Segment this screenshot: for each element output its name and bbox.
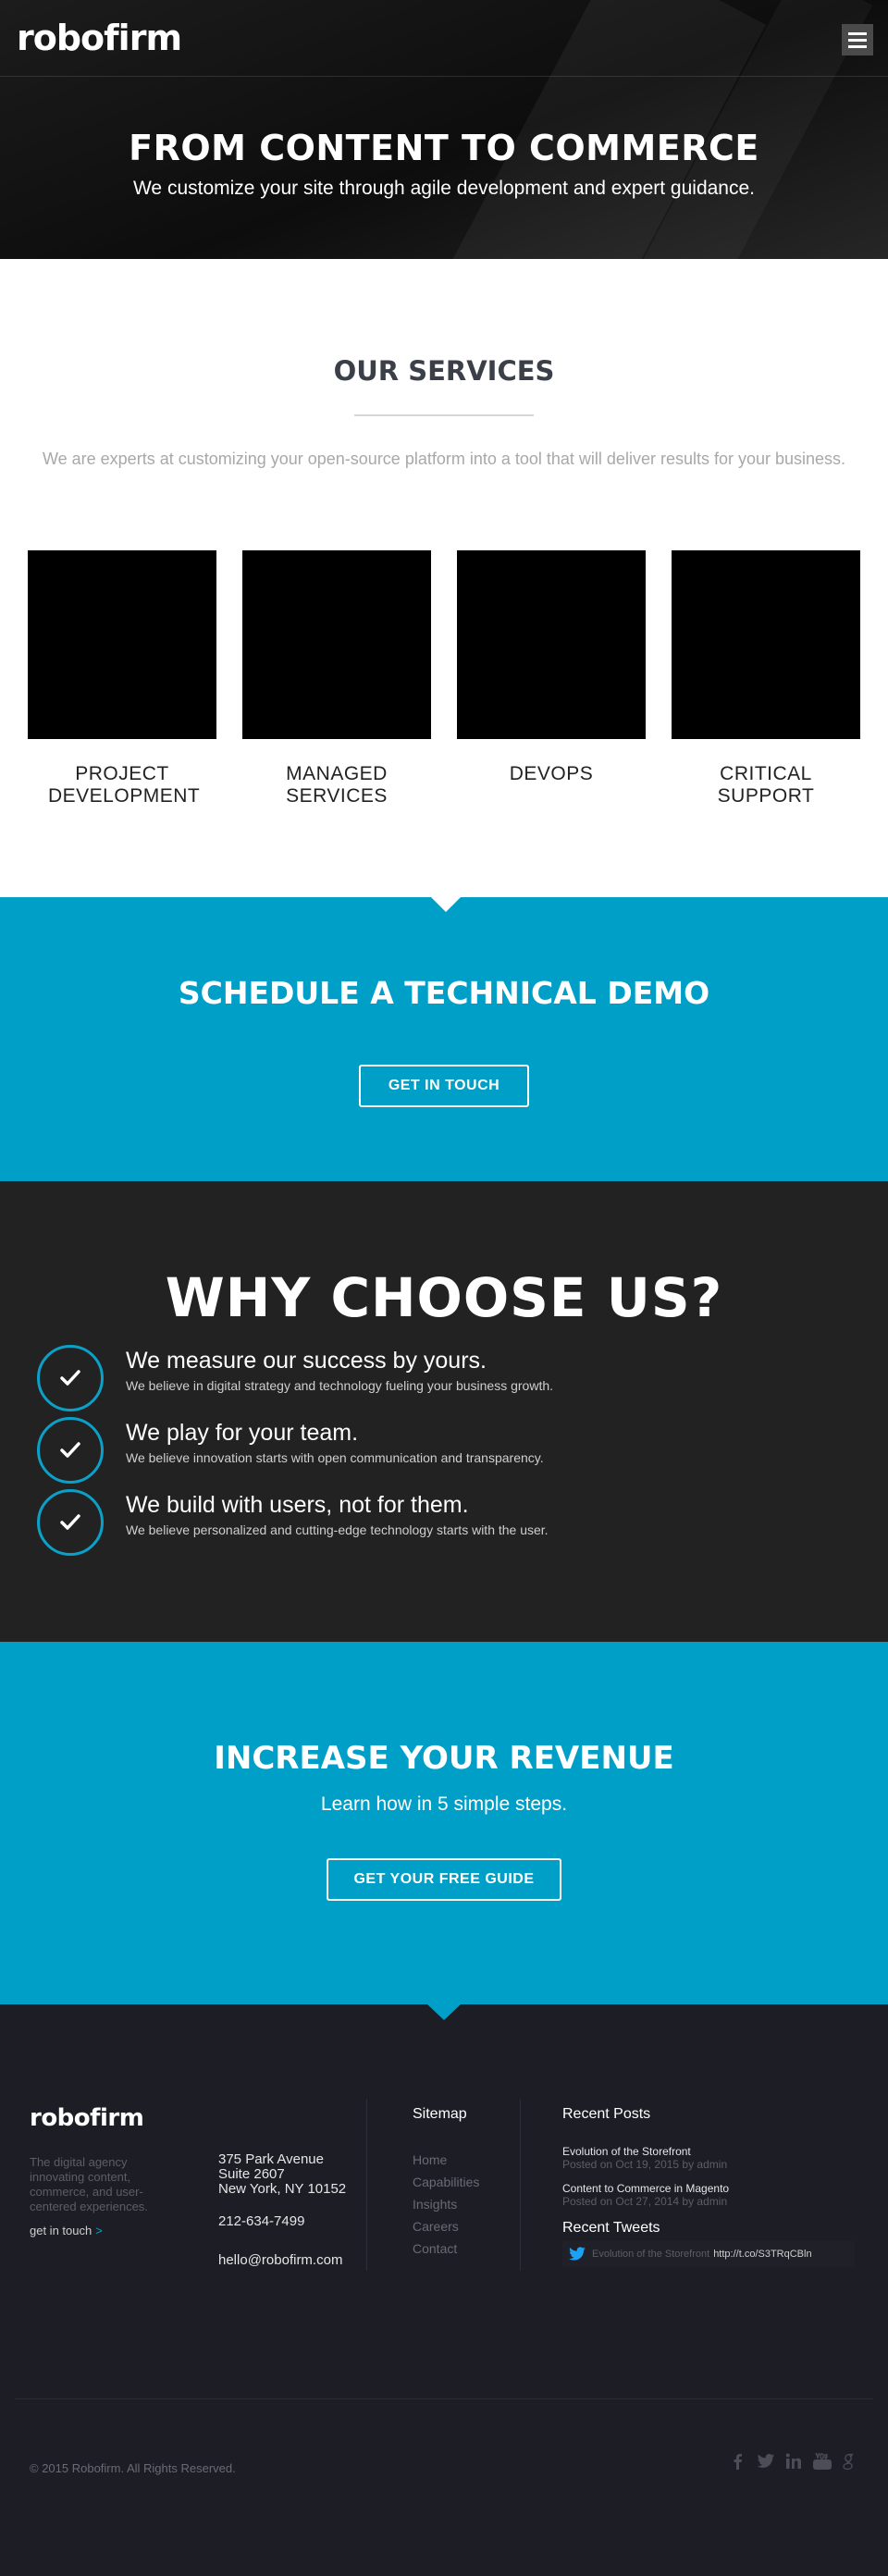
tweet-text: Evolution of the Storefront (592, 2249, 710, 2260)
why-item-heading: We build with users, not for them. (126, 1492, 469, 1518)
copyright-text: © 2015 Robofirm. All Rights Reserved. (30, 2461, 236, 2475)
footer-phone-link[interactable]: 212-634-7499 (218, 2213, 304, 2229)
post-meta: Posted on Oct 27, 2014 by admin (562, 2195, 728, 2208)
service-image[interactable] (28, 550, 216, 739)
header-divider (0, 76, 888, 77)
site-footer: robofirm The digital agency innovating c… (0, 2004, 888, 2576)
menu-bar (848, 31, 867, 35)
section-notch (431, 897, 461, 912)
footer-address: 375 Park Avenue Suite 2607 New York, NY … (218, 2152, 346, 2197)
header-logo[interactable]: robofirm (17, 17, 182, 59)
recent-post: Content to Commerce in Magento Posted on… (562, 2182, 858, 2208)
post-meta: Posted on Oct 19, 2015 by admin (562, 2158, 728, 2171)
social-links (729, 2452, 858, 2471)
service-image[interactable] (672, 550, 860, 739)
why-item: We measure our success by yours. We beli… (37, 1345, 851, 1413)
checkmark-circle-icon (37, 1345, 104, 1411)
hero-banner: robofirm FROM CONTENT TO COMMERCE We cus… (0, 0, 888, 259)
why-title: WHY CHOOSE US? (165, 1266, 723, 1329)
checkmark-circle-icon (37, 1489, 104, 1556)
revenue-band: INCREASE YOUR REVENUE Learn how in 5 sim… (0, 1642, 888, 2004)
get-in-touch-button[interactable]: GET IN TOUCH (359, 1065, 529, 1107)
post-title-link[interactable]: Content to Commerce in Magento (562, 2182, 858, 2195)
revenue-subtitle: Learn how in 5 simple steps. (320, 1793, 568, 1815)
footer-divider (15, 2398, 873, 2399)
service-card-critical-support[interactable]: CRITICAL SUPPORT (672, 550, 860, 807)
why-choose-us-section: WHY CHOOSE US? We measure our success by… (0, 1181, 888, 1642)
free-guide-button[interactable]: GET YOUR FREE GUIDE (327, 1858, 561, 1901)
service-label[interactable]: MANAGED SERVICES (242, 763, 431, 807)
get-in-touch-text: get in touch (30, 2224, 92, 2237)
hamburger-menu-icon[interactable] (842, 24, 873, 55)
section-notch (427, 2004, 461, 2020)
recent-tweets-heading: Recent Tweets (562, 2220, 660, 2236)
sitemap-link-contact[interactable]: Contact (413, 2237, 479, 2260)
demo-band: SCHEDULE A TECHNICAL DEMO GET IN TOUCH (0, 897, 888, 1181)
footer-column-divider (366, 2099, 367, 2271)
tweet-link[interactable]: http://t.co/S3TRqCBln (713, 2249, 811, 2260)
services-section: OUR SERVICES We are experts at customizi… (0, 259, 888, 897)
services-title: OUR SERVICES (333, 355, 555, 387)
tweet-item: Evolution of the Storefront http://t.co/… (562, 2241, 855, 2267)
service-image[interactable] (457, 550, 646, 739)
why-item: We build with users, not for them. We be… (37, 1489, 851, 1558)
service-label[interactable]: PROJECT DEVELOPMENT (48, 763, 200, 807)
why-item-description: We believe innovation starts with open c… (126, 1450, 544, 1465)
chevron-right-icon: > (95, 2224, 103, 2237)
demo-title: SCHEDULE A TECHNICAL DEMO (178, 975, 710, 1011)
youtube-icon[interactable] (812, 2452, 832, 2471)
twitter-bird-icon (568, 2247, 586, 2262)
services-intro: We are experts at customizing your open-… (42, 450, 846, 468)
menu-bar (848, 44, 867, 48)
service-card-devops[interactable]: DEVOPS (457, 550, 646, 785)
services-divider (354, 414, 534, 416)
sitemap-link-insights[interactable]: Insights (413, 2193, 479, 2215)
twitter-icon[interactable] (757, 2452, 775, 2471)
facebook-icon[interactable] (729, 2452, 747, 2471)
footer-email-link[interactable]: hello@robofirm.com (218, 2252, 342, 2268)
footer-logo[interactable]: robofirm (30, 2104, 144, 2132)
footer-tagline: The digital agency innovating content, c… (30, 2155, 148, 2213)
checkmark-circle-icon (37, 1417, 104, 1484)
post-title-link[interactable]: Evolution of the Storefront (562, 2145, 858, 2158)
why-item-heading: We play for your team. (126, 1420, 359, 1446)
menu-bar (848, 38, 867, 42)
service-card-managed-services[interactable]: MANAGED SERVICES (242, 550, 431, 807)
recent-posts-heading: Recent Posts (562, 2106, 651, 2122)
recent-post: Evolution of the Storefront Posted on Oc… (562, 2145, 858, 2171)
sitemap-heading: Sitemap (413, 2106, 467, 2122)
address-line: 375 Park Avenue (218, 2151, 324, 2167)
sitemap-link-capabilities[interactable]: Capabilities (413, 2171, 479, 2193)
footer-get-in-touch-link[interactable]: get in touch > (30, 2224, 103, 2237)
sitemap-link-careers[interactable]: Careers (413, 2215, 479, 2237)
service-label[interactable]: CRITICAL SUPPORT (672, 763, 860, 807)
address-line: New York, NY 10152 (218, 2181, 347, 2197)
service-card-project-development[interactable]: PROJECT DEVELOPMENT (28, 550, 216, 807)
footer-column-divider (520, 2099, 521, 2271)
why-item-heading: We measure our success by yours. (126, 1348, 487, 1374)
why-item-description: We believe personalized and cutting-edge… (126, 1522, 549, 1537)
linkedin-icon[interactable] (784, 2452, 803, 2471)
hero-subtitle: We customize your site through agile dev… (132, 178, 755, 199)
why-item: We play for your team. We believe innova… (37, 1417, 851, 1485)
address-line: Suite 2607 (218, 2166, 285, 2182)
sitemap-link-home[interactable]: Home (413, 2149, 479, 2171)
service-image[interactable] (242, 550, 431, 739)
google-plus-icon[interactable] (840, 2452, 858, 2471)
why-item-description: We believe in digital strategy and techn… (126, 1378, 554, 1393)
sitemap-nav: Home Capabilities Insights Careers Conta… (413, 2149, 479, 2260)
service-label[interactable]: DEVOPS (457, 763, 646, 785)
revenue-title: INCREASE YOUR REVENUE (214, 1740, 674, 1777)
hero-title: FROM CONTENT TO COMMERCE (129, 128, 759, 168)
